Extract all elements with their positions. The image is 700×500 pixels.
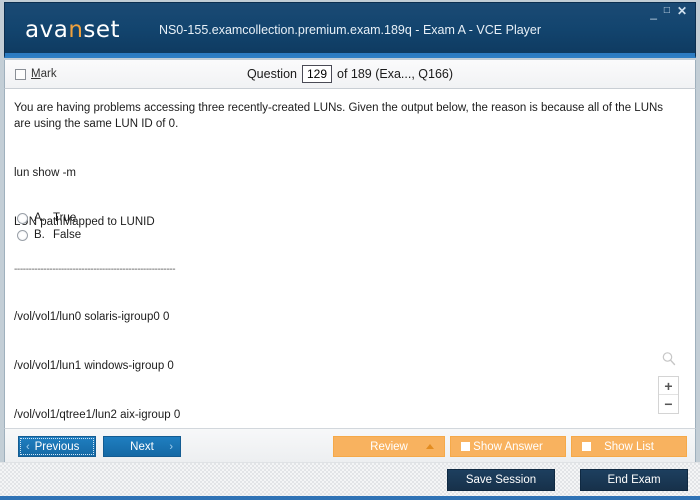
vce-player-window: avanset NS0-155.examcollection.premium.e… [0,0,700,500]
zoom-control: + − [658,351,679,414]
question-content-area: You are having problems accessing three … [4,89,696,428]
question-output-block: lun show -m LUN pathMapped to LUNID ----… [14,132,189,428]
question-number-input[interactable]: 129 [302,65,332,83]
question-counter: Question 129 of 189 (Exa..., Q166) [5,65,695,83]
option-text-b: False [53,229,81,241]
answer-option-a[interactable]: A. True [17,212,81,224]
minimize-icon[interactable]: _ [650,7,657,19]
window-controls: _ □ ✕ [650,5,687,17]
next-button-label: Next [130,441,154,453]
zoom-out-button[interactable]: − [659,395,678,413]
zoom-in-button[interactable]: + [659,377,678,395]
output-line: lun show -m [14,165,189,181]
next-button[interactable]: Next › [103,436,181,457]
question-label: Question [247,67,297,81]
save-session-button[interactable]: Save Session [447,469,555,491]
output-line: /vol/vol1/lun0 solaris-igroup0 0 [14,309,189,325]
end-exam-button[interactable]: End Exam [580,469,688,491]
show-answer-button-label: Show Answer [473,441,543,453]
option-letter-b: B. [34,229,47,241]
option-letter-a: A. [34,212,47,224]
show-list-button-label: Show List [604,441,654,453]
magnifier-icon [661,351,677,372]
navigation-toolbar: ‹ Previous Next › Review Show Answer Sho… [4,428,696,464]
title-bar: avanset NS0-155.examcollection.premium.e… [4,2,696,58]
maximize-icon[interactable]: □ [664,6,670,16]
square-icon [582,442,591,451]
square-icon [461,442,470,451]
question-header-bar: Mark Question 129 of 189 (Exa..., Q166) [4,60,696,89]
chevron-right-icon: › [169,441,173,453]
question-total-label: of 189 (Exa..., Q166) [337,67,453,81]
bottom-bar: Save Session End Exam [0,462,700,500]
output-line: /vol/vol1/lun1 windows-igroup 0 [14,358,189,374]
window-title: NS0-155.examcollection.premium.exam.189q… [5,23,695,37]
review-button-label: Review [370,441,408,453]
show-list-button[interactable]: Show List [571,436,687,457]
output-line: /vol/vol1/qtree1/lun2 aix-igroup 0 [14,407,189,423]
zoom-buttons: + − [658,376,679,414]
show-answer-button[interactable]: Show Answer [450,436,566,457]
answer-options: A. True B. False [17,212,81,241]
output-separator: ----------------------------------------… [14,263,189,277]
previous-button[interactable]: ‹ Previous [18,436,96,457]
chevron-left-icon: ‹ [26,441,30,453]
option-text-a: True [53,212,76,224]
radio-button-b[interactable] [17,230,28,241]
review-button[interactable]: Review [333,436,445,457]
radio-button-a[interactable] [17,213,28,224]
question-prompt: You are having problems accessing three … [14,101,665,132]
answer-option-b[interactable]: B. False [17,229,81,241]
triangle-up-icon [426,444,434,449]
focus-ring [20,438,94,455]
close-icon[interactable]: ✕ [677,5,687,17]
